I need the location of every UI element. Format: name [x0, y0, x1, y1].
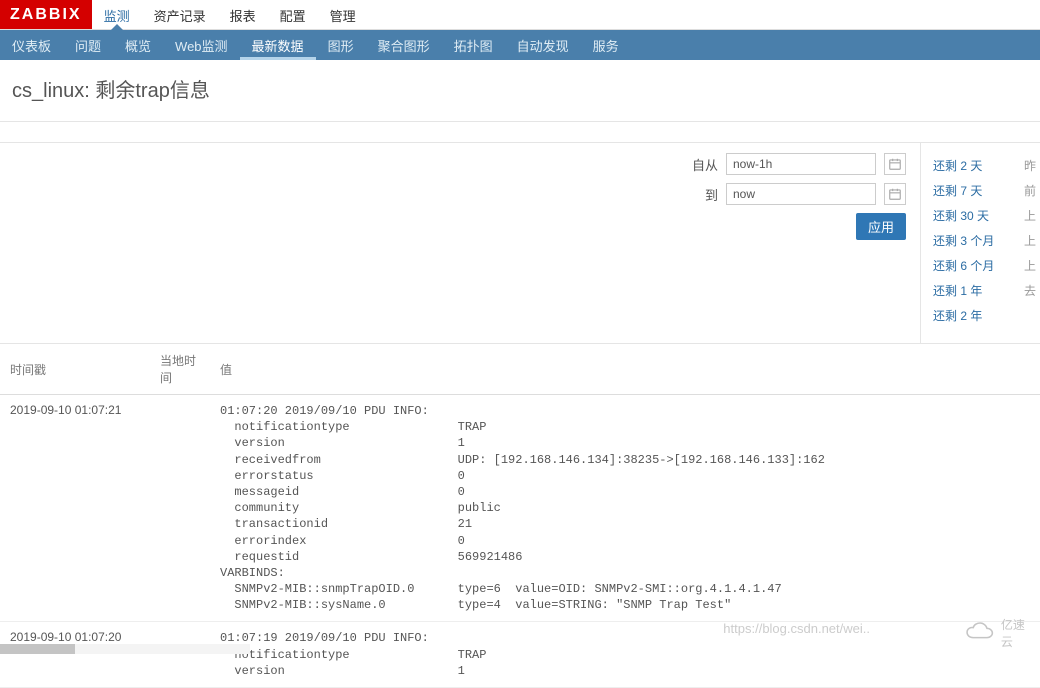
horizontal-scrollbar[interactable] [0, 644, 250, 654]
apply-button[interactable]: 应用 [856, 213, 906, 240]
quick-range-link[interactable]: 还剩 2 天昨 [933, 153, 1040, 178]
host-bar [0, 121, 1040, 143]
quick-range-link[interactable]: 还剩 30 天上 [933, 203, 1040, 228]
subnav-item-1[interactable]: 问题 [63, 30, 113, 60]
col-value: 值 [210, 344, 1040, 395]
quick-range-link[interactable]: 还剩 7 天前 [933, 178, 1040, 203]
history-table: 时间戳 当地时间 值 2019-09-10 01:07:2101:07:20 2… [0, 344, 1040, 688]
subnav-item-0[interactable]: 仪表板 [0, 30, 63, 60]
subnav-item-6[interactable]: 聚合图形 [366, 30, 442, 60]
subnav-item-9[interactable]: 服务 [581, 30, 631, 60]
top-nav: 监测资产记录报表配置管理 [92, 0, 368, 29]
to-label: 到 [692, 185, 718, 204]
topnav-item-0[interactable]: 监测 [92, 0, 142, 29]
table-row: 2019-09-10 01:07:2001:07:19 2019/09/10 P… [0, 622, 1040, 688]
calendar-icon[interactable] [884, 153, 906, 175]
subnav-item-5[interactable]: 图形 [316, 30, 366, 60]
from-label: 自从 [692, 155, 718, 174]
subnav-item-2[interactable]: 概览 [113, 30, 163, 60]
col-timestamp: 时间戳 [0, 344, 150, 395]
trap-value: 01:07:19 2019/09/10 PDU INFO: notificati… [220, 630, 1030, 679]
trap-value: 01:07:20 2019/09/10 PDU INFO: notificati… [220, 403, 1030, 613]
calendar-icon[interactable] [884, 183, 906, 205]
topnav-item-2[interactable]: 报表 [218, 0, 268, 29]
subnav-item-7[interactable]: 拓扑图 [442, 30, 505, 60]
quick-range-link[interactable]: 还剩 3 个月上 [933, 228, 1040, 253]
sub-nav: 仪表板问题概览Web监测最新数据图形聚合图形拓扑图自动发现服务 [0, 30, 1040, 60]
to-input[interactable] [726, 183, 876, 205]
page-title: cs_linux: 剩余trap信息 [0, 60, 1040, 121]
topnav-item-3[interactable]: 配置 [268, 0, 318, 29]
time-filter-panel: 自从 到 应用 还剩 2 天昨还剩 7 天前还剩 30 天上还剩 3 个月上还剩… [0, 143, 1040, 344]
subnav-item-8[interactable]: 自动发现 [505, 30, 581, 60]
subnav-item-4[interactable]: 最新数据 [240, 30, 316, 60]
subnav-item-3[interactable]: Web监测 [163, 30, 240, 60]
col-localtime: 当地时间 [150, 344, 210, 395]
table-row: 2019-09-10 01:07:2101:07:20 2019/09/10 P… [0, 395, 1040, 622]
quick-range-link[interactable]: 还剩 1 年去 [933, 278, 1040, 303]
topnav-item-1[interactable]: 资产记录 [142, 0, 218, 29]
from-input[interactable] [726, 153, 876, 175]
quick-range-link[interactable]: 还剩 2 年 [933, 303, 1040, 328]
quick-range-link[interactable]: 还剩 6 个月上 [933, 253, 1040, 278]
brand-logo: ZABBIX [0, 0, 92, 29]
quick-range-list: 还剩 2 天昨还剩 7 天前还剩 30 天上还剩 3 个月上还剩 6 个月上还剩… [920, 143, 1040, 343]
topnav-item-4[interactable]: 管理 [318, 0, 368, 29]
